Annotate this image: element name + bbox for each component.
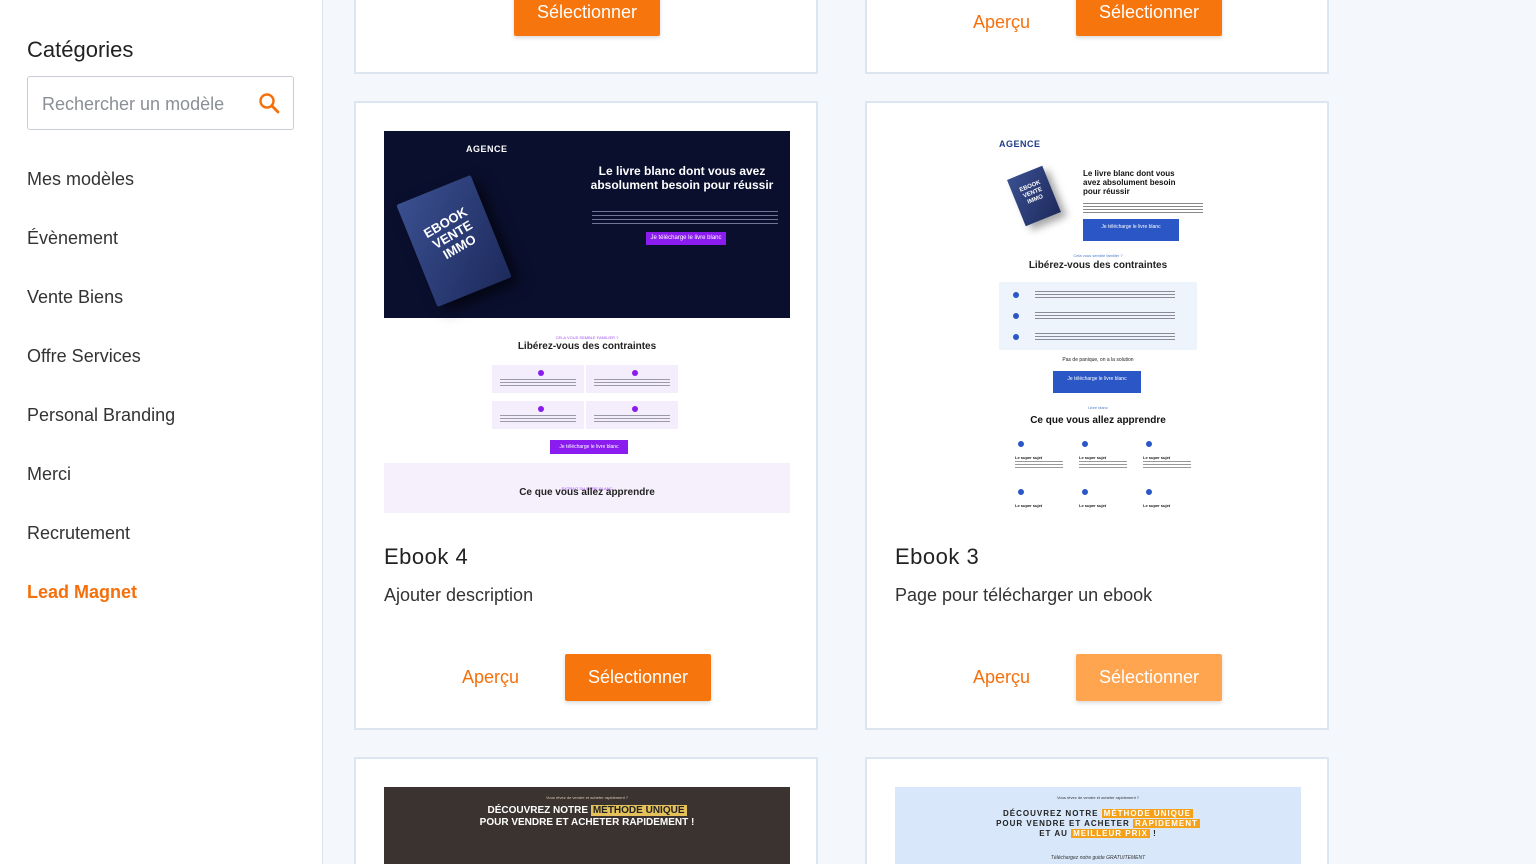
template-description: Page pour télécharger un ebook [895, 585, 1153, 605]
thumbnail-section-title: Libérez-vous des contraintes [1028, 260, 1168, 271]
preview-link[interactable]: Aperçu [462, 654, 519, 701]
search-icon[interactable] [257, 91, 281, 115]
placeholder-text [592, 211, 778, 225]
agency-logo: AGENCE [999, 139, 1041, 149]
thumbnail-footer: Téléchargez notre guide GRATUITEMENT [1050, 855, 1146, 861]
thumbnail-kicker: Libre blanc [1088, 405, 1108, 410]
checklist-row [1013, 332, 1183, 344]
thumbnail-section-title: Libérez-vous des contraintes [517, 341, 657, 352]
template-thumbnail[interactable]: AGENCE EBOOK VENTE IMMO Le livre blanc d… [895, 131, 1301, 513]
template-card-bottom-right: Vous rêvez de vendre et acheter rapideme… [865, 757, 1329, 864]
template-card-bottom-left: Vous rêvez de vendre et acheter rapideme… [354, 757, 818, 864]
checklist-panel [999, 282, 1197, 350]
thumbnail-cta: Je télécharge le livre blanc [646, 232, 726, 245]
select-button[interactable]: Sélectionner [514, 0, 660, 36]
thumbnail-section-title: Ce que vous allez apprendre [519, 487, 655, 498]
thumbnail-kicker: Vous rêvez de vendre et acheter rapideme… [545, 795, 629, 800]
template-thumbnail[interactable]: AGENCE EBOOK VENTE IMMO Le livre blanc d… [384, 131, 790, 513]
template-card-ebook-4: AGENCE EBOOK VENTE IMMO Le livre blanc d… [354, 101, 818, 730]
category-item-vente-biens[interactable]: Vente Biens [27, 278, 175, 337]
thumbnail-section-title: Ce que vous allez apprendre [1030, 415, 1166, 426]
preview-link[interactable]: Aperçu [973, 654, 1030, 701]
category-item-merci[interactable]: Merci [27, 455, 175, 514]
category-list: Mes modèles Évènement Vente Biens Offre … [27, 160, 175, 632]
thumbnail-kicker: Vous rêvez de vendre et acheter rapideme… [1056, 795, 1140, 800]
categories-title: Catégories [27, 37, 134, 62]
select-button[interactable]: Sélectionner [1076, 0, 1222, 36]
template-title: Ebook 4 [384, 544, 469, 569]
thumbnail-cta: Je télécharge le livre blanc [1053, 371, 1141, 393]
select-button[interactable]: Sélectionner [1076, 654, 1222, 701]
feature-item: Le super sujet [1015, 489, 1065, 513]
thumbnail-solution-text: Pas de panique, on a la solution [1062, 357, 1134, 363]
feature-box [586, 365, 678, 393]
template-thumbnail[interactable]: Vous rêvez de vendre et acheter rapideme… [895, 787, 1301, 864]
feature-box [586, 401, 678, 429]
category-item-offre-services[interactable]: Offre Services [27, 337, 175, 396]
search-box[interactable] [27, 76, 294, 130]
thumbnail-kicker: Cela vous semble familier ? [1073, 253, 1123, 258]
search-input[interactable] [42, 91, 252, 117]
agency-logo: AGENCE [466, 144, 508, 154]
select-button[interactable]: Sélectionner [565, 654, 711, 701]
thumbnail-hero: AGENCE EBOOK VENTE IMMO Le livre blanc d… [384, 131, 790, 318]
ebook-cover-image: EBOOK VENTE IMMO [396, 175, 512, 307]
ebook-cover-image: EBOOK VENTE IMMO [1007, 165, 1061, 227]
feature-box [492, 365, 584, 393]
category-item-evenement[interactable]: Évènement [27, 219, 175, 278]
feature-item: Le super sujet [1143, 489, 1193, 513]
thumbnail-headline: DÉCOUVREZ NOTRE MÉTHODE UNIQUE POUR VEND… [479, 805, 695, 828]
preview-link[interactable]: Aperçu [973, 0, 1030, 46]
template-card-top-right: Aperçu Sélectionner [865, 0, 1329, 74]
thumbnail-cta: Je télécharge le livre blanc [1083, 219, 1179, 241]
ebook-cover-text: EBOOK VENTE IMMO [421, 204, 479, 263]
feature-item: Le super sujet [1079, 489, 1129, 513]
thumbnail-headline: Le livre blanc dont vous avez absolument… [1083, 169, 1176, 196]
template-card-ebook-3: AGENCE EBOOK VENTE IMMO Le livre blanc d… [865, 101, 1329, 730]
template-title: Ebook 3 [895, 544, 980, 569]
template-thumbnail[interactable]: Vous rêvez de vendre et acheter rapideme… [384, 787, 790, 864]
category-item-recrutement[interactable]: Recrutement [27, 514, 175, 573]
category-item-mes-modeles[interactable]: Mes modèles [27, 160, 175, 219]
category-item-personal-branding[interactable]: Personal Branding [27, 396, 175, 455]
feature-box [492, 401, 584, 429]
category-item-lead-magnet[interactable]: Lead Magnet [27, 573, 175, 632]
feature-item: Le super sujet [1079, 441, 1129, 471]
sidebar: Catégories Mes modèles Évènement Vente B… [0, 0, 323, 864]
placeholder-text [1083, 203, 1203, 213]
ebook-cover-text: EBOOK VENTE IMMO [1018, 179, 1045, 206]
feature-item: Le super sujet [1015, 441, 1065, 471]
thumbnail-cta: Je télécharge le livre blanc [550, 440, 628, 454]
checklist-row [1013, 290, 1183, 302]
thumbnail-headline: Le livre blanc dont vous avez absolument… [590, 164, 774, 192]
thumbnail-headline: DÉCOUVREZ NOTRE MÉTHODE UNIQUE POUR VEND… [996, 809, 1200, 838]
template-description: Ajouter description [384, 585, 534, 605]
checklist-row [1013, 311, 1183, 323]
template-grid: Sélectionner Aperçu Sélectionner AGENCE … [324, 0, 1536, 864]
feature-item: Le super sujet [1143, 441, 1193, 471]
template-card-top-left: Sélectionner [354, 0, 818, 74]
